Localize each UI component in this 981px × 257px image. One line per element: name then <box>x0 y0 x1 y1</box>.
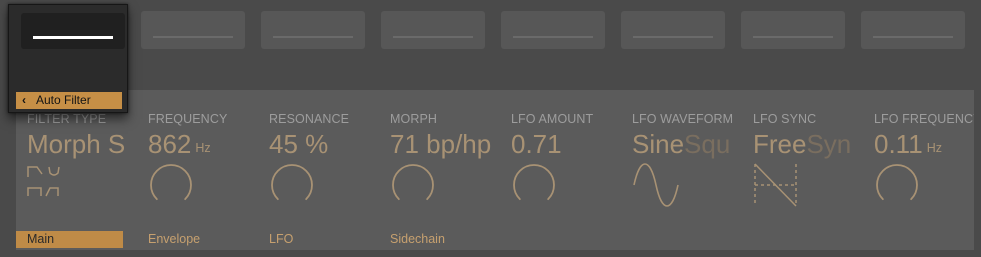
slot-line <box>273 36 353 38</box>
slot-pad-5[interactable] <box>501 11 605 49</box>
sine-wave-icon <box>633 163 679 207</box>
param-morph[interactable]: MORPH 71 bp/hp <box>390 90 510 220</box>
param-label: LFO SYNC <box>753 112 817 126</box>
param-value-text: 0.11 <box>874 129 923 159</box>
slot-pad-7[interactable] <box>741 11 845 49</box>
back-chevron-icon: ‹ <box>22 93 26 107</box>
param-value-text: 0.71 <box>511 129 562 159</box>
knob-ring <box>392 164 434 201</box>
knob-icon[interactable] <box>269 160 319 210</box>
param-value: 0.71 <box>511 129 562 160</box>
param-value-text: 71 bp/hp <box>390 129 492 159</box>
slot-pad-3[interactable] <box>261 11 365 49</box>
param-label: RESONANCE <box>269 112 350 126</box>
param-value: 862 Hz <box>148 129 211 160</box>
param-lfo-frequency[interactable]: LFO FREQUENCY 0.11 Hz <box>874 90 974 220</box>
param-value: Morph S <box>27 129 125 160</box>
selected-slot-line <box>33 36 113 39</box>
device-view: FILTER TYPE Morph S FREQUENCY 862 Hz RESO… <box>0 0 981 257</box>
param-lfo-amount[interactable]: LFO AMOUNT 0.71 <box>511 90 631 220</box>
param-value: 71 bp/hp <box>390 129 491 160</box>
param-label: MORPH <box>390 112 438 126</box>
knob-ring <box>271 164 313 201</box>
knob-icon[interactable] <box>148 160 198 210</box>
param-frequency[interactable]: FREQUENCY 862 Hz <box>148 90 268 220</box>
slot-line <box>153 36 233 38</box>
knob-ring <box>150 164 192 201</box>
device-popup: ‹ Auto Filter <box>8 4 128 113</box>
slot-line <box>873 36 953 38</box>
sync-icon <box>754 163 797 207</box>
slot-pad-2[interactable] <box>141 11 245 49</box>
knob-ring <box>513 164 555 201</box>
param-value: SineSqu <box>632 129 730 160</box>
slot-line <box>393 36 473 38</box>
param-value: 45 % <box>269 129 328 160</box>
param-unit: Hz <box>926 141 942 155</box>
slot-line <box>513 36 593 38</box>
param-label: LFO WAVEFORM <box>632 112 734 126</box>
filter-type-icon <box>27 166 60 197</box>
param-value: FreeSyn <box>753 129 851 160</box>
bank-tab-sidechain[interactable]: Sidechain <box>379 231 486 248</box>
bank-tab-envelope[interactable]: Envelope <box>137 231 244 248</box>
param-resonance[interactable]: RESONANCE 45 % <box>269 90 389 220</box>
param-label: FILTER TYPE <box>27 112 107 126</box>
param-value-text: 862 <box>148 129 192 159</box>
param-label: LFO FREQUENCY <box>874 112 974 126</box>
param-label: FREQUENCY <box>148 112 228 126</box>
param-lfo-waveform[interactable]: LFO WAVEFORM SineSqu <box>632 90 752 220</box>
param-value-text: 45 % <box>269 129 329 159</box>
parameter-panel: FILTER TYPE Morph S FREQUENCY 862 Hz RESO… <box>16 90 974 250</box>
param-unit: Hz <box>195 141 211 155</box>
device-name-button[interactable]: ‹ Auto Filter <box>16 92 122 109</box>
slot-line <box>753 36 833 38</box>
param-value: 0.11 Hz <box>874 129 942 160</box>
slot-pad-4[interactable] <box>381 11 485 49</box>
param-next-option: Syn <box>806 129 852 159</box>
bank-tab-lfo[interactable]: LFO <box>258 231 365 248</box>
knob-icon[interactable] <box>390 160 440 210</box>
knob-ring <box>876 164 918 201</box>
slot-line <box>633 36 713 38</box>
param-next-option: Squ <box>684 129 731 159</box>
slot-pad-6[interactable] <box>621 11 725 49</box>
param-value-text: Sine <box>632 129 685 159</box>
slot-pad-8[interactable] <box>861 11 965 49</box>
param-value-text: Free <box>753 129 807 159</box>
param-value-text: Morph S <box>27 129 126 159</box>
device-name: Auto Filter <box>36 93 91 107</box>
selected-slot-pad[interactable] <box>21 13 125 49</box>
bank-tab-main[interactable]: Main <box>16 231 123 248</box>
knob-icon[interactable] <box>511 160 561 210</box>
knob-icon[interactable] <box>874 160 924 210</box>
param-label: LFO AMOUNT <box>511 112 594 126</box>
param-lfo-sync[interactable]: LFO SYNC FreeSyn <box>753 90 873 220</box>
